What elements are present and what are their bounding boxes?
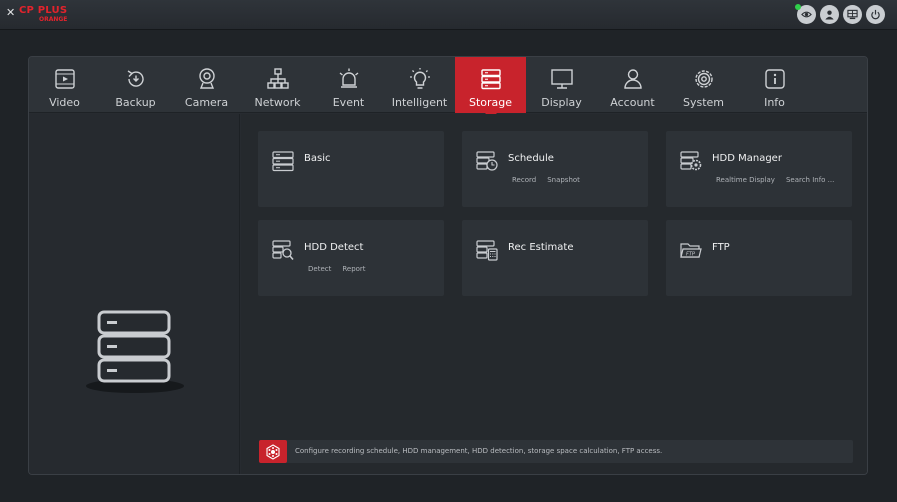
display-icon [549,66,575,92]
sub-link-record[interactable]: Record [512,176,536,184]
backup-icon [123,66,149,92]
storage-illustration-icon [86,310,184,393]
tab-event[interactable]: Event [313,57,384,113]
tab-video[interactable]: Video [29,57,100,113]
brand-logo: ✕ CP PLUS ORANGE [6,3,68,25]
tab-backup[interactable]: Backup [100,57,171,113]
card-title: Rec Estimate [508,242,574,253]
tab-label: Display [541,96,582,109]
eye-icon[interactable] [795,4,816,24]
tab-info[interactable]: Info [739,57,810,113]
description-text: Configure recording schedule, HDD manage… [295,447,663,455]
tab-system[interactable]: System [668,57,739,113]
camera-icon [194,66,220,92]
tab-camera[interactable]: Camera [171,57,242,113]
status-dot [795,4,801,10]
card-title: Basic [304,153,331,164]
tab-label: Storage [468,96,513,109]
hdd-manager-icon [680,150,702,172]
user-icon[interactable] [820,5,839,24]
sub-link-report[interactable]: Report [342,265,365,273]
logo-brand-text: CP PLUS [19,5,68,16]
logo-sub-text: ORANGE [39,16,68,23]
tab-account[interactable]: Account [597,57,668,113]
tab-label: Intelligent [391,96,448,109]
account-icon [620,66,646,92]
tab-label: Network [254,96,301,109]
tab-bar: Video Backup Camera Network Event Intell… [29,57,867,119]
ftp-folder-icon: FTP [680,239,702,261]
card-rec-estimate[interactable]: Rec Estimate [462,220,648,296]
network-icon [265,66,291,92]
card-hdd-manager[interactable]: HDD Manager Realtime Display Search Info… [666,131,852,207]
description-bar: Configure recording schedule, HDD manage… [259,440,853,463]
tab-network[interactable]: Network [242,57,313,113]
tab-label: Camera [184,96,229,109]
monitor-grid-icon[interactable] [843,5,862,24]
tab-label: Backup [115,96,156,109]
tab-intelligent[interactable]: Intelligent [384,57,455,113]
tab-label: System [682,96,725,109]
card-title: Schedule [508,153,554,164]
storage-content: Basic Schedule Record Snapshot HDD Manag… [241,114,867,474]
card-title: HDD Detect [304,242,364,253]
main-window: Video Backup Camera Network Event Intell… [28,56,868,475]
svg-text:FTP: FTP [686,251,695,257]
card-schedule[interactable]: Schedule Record Snapshot [462,131,648,207]
card-hdd-detect[interactable]: HDD Detect Detect Report [258,220,444,296]
sub-link-detect[interactable]: Detect [308,265,331,273]
tab-label: Account [610,96,655,109]
logo-mark: ✕ [6,6,16,19]
storage-icon [478,66,504,92]
rec-estimate-icon [476,239,498,261]
alarm-icon [336,66,362,92]
info-icon [762,66,788,92]
video-icon [52,66,78,92]
tab-label: Video [49,96,80,109]
hdd-detect-icon [272,239,294,261]
bulb-icon [407,66,433,92]
tab-storage[interactable]: Storage [455,57,526,119]
card-title: HDD Manager [712,153,782,164]
tab-label: Info [764,96,785,109]
storage-basic-icon [272,150,294,172]
sub-link-realtime-display[interactable]: Realtime Display [716,176,775,184]
schedule-icon [476,150,498,172]
gear-icon [691,66,717,92]
hint-icon [259,440,287,463]
card-title: FTP [712,242,730,253]
sub-link-snapshot[interactable]: Snapshot [547,176,580,184]
sub-link-search-info[interactable]: Search Info ... [786,176,834,184]
top-bar: ✕ CP PLUS ORANGE [0,0,897,30]
sidebar-panel [29,114,240,474]
card-ftp[interactable]: FTP FTP [666,220,852,296]
tab-label: Event [332,96,365,109]
card-basic[interactable]: Basic [258,131,444,207]
power-icon[interactable] [866,5,885,24]
tab-display[interactable]: Display [526,57,597,113]
